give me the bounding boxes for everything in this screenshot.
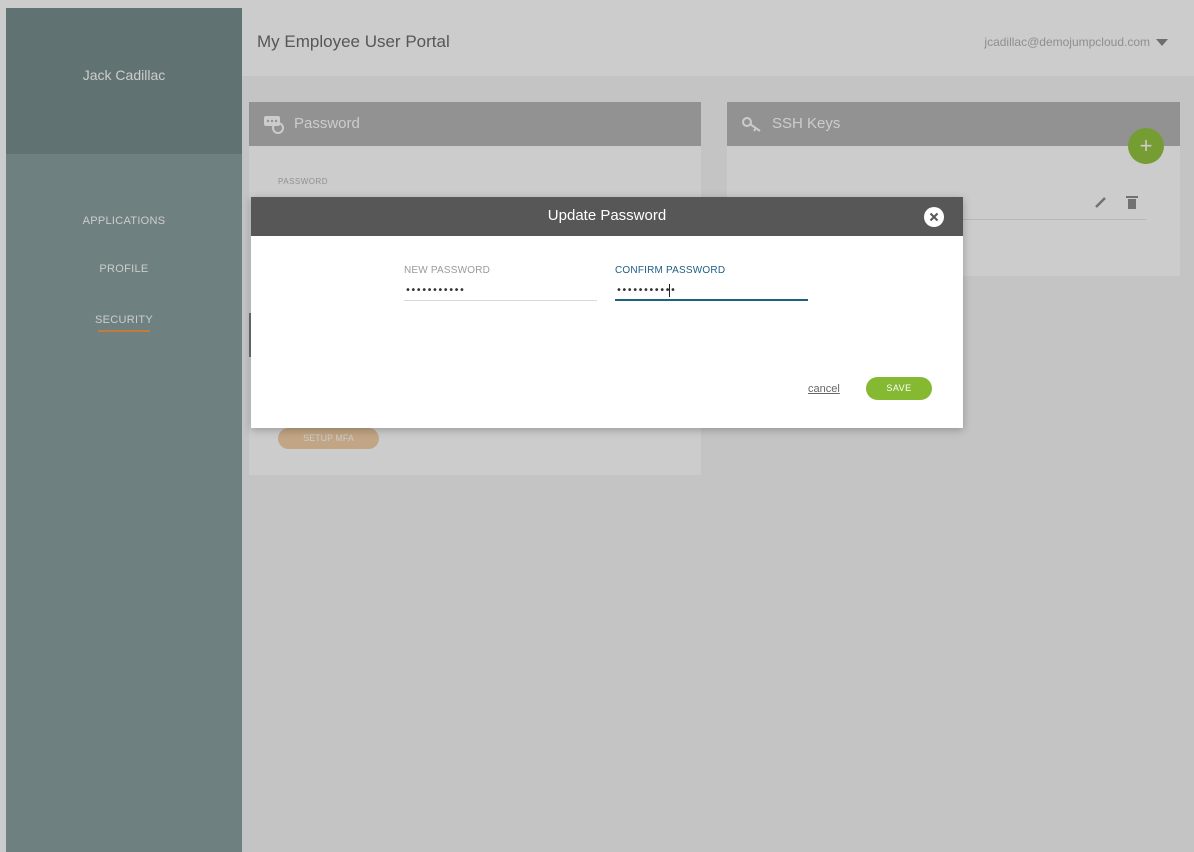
dialog-header: Update Password	[251, 197, 963, 236]
confirm-password-label: CONFIRM PASSWORD	[615, 265, 726, 276]
new-password-field: NEW PASSWORD	[404, 265, 597, 301]
confirm-password-input[interactable]	[615, 281, 808, 301]
cancel-link[interactable]: cancel	[808, 383, 840, 395]
update-password-dialog: Update Password NEW PASSWORD CONFIRM PAS…	[251, 197, 963, 428]
new-password-label: NEW PASSWORD	[404, 265, 491, 276]
close-icon[interactable]	[924, 207, 944, 227]
new-password-input[interactable]	[404, 281, 597, 301]
confirm-password-field: CONFIRM PASSWORD	[615, 265, 808, 301]
save-button[interactable]: SAVE	[866, 377, 932, 400]
dialog-title: Update Password	[547, 207, 667, 224]
text-cursor	[669, 284, 670, 297]
